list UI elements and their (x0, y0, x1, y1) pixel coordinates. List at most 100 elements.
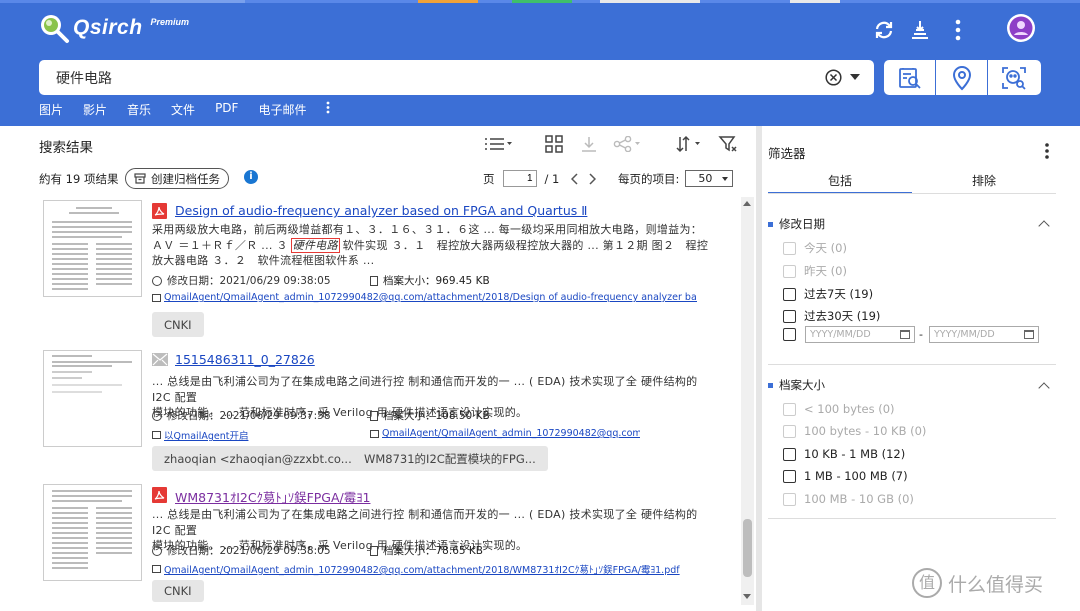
category-more-icon[interactable] (326, 101, 330, 118)
results-scrollbar[interactable] (741, 197, 754, 605)
option-label: 过去30天 (19) (804, 309, 881, 323)
search-input[interactable]: 硬件电路 (56, 68, 112, 88)
filter-option-size-100mb-10gb[interactable]: 100 MB - 10 GB (0) (783, 492, 914, 506)
file-size-text: 档案大小：108.50 KB (383, 410, 490, 422)
filter-option-custom-range[interactable] (783, 328, 796, 341)
checkbox[interactable] (783, 469, 796, 483)
category-tabs: 图片 影片 音乐 文件 PDF 电子邮件 (39, 101, 330, 118)
location-button[interactable] (936, 60, 988, 95)
category-music[interactable]: 音乐 (127, 101, 151, 118)
result-count: 約有 19 项结果 (39, 172, 119, 186)
share-icon[interactable] (613, 133, 643, 155)
checkbox[interactable] (783, 309, 796, 323)
filter-option-size-10kb-1mb[interactable]: 10 KB - 1 MB (12) (783, 447, 905, 461)
modified-date-text: 修改日期：2021/06/29 09:38:05 (167, 275, 331, 287)
filter-option-size-lt-100b[interactable]: < 100 bytes (0) (783, 402, 895, 416)
user-avatar-icon[interactable] (1006, 13, 1036, 43)
file-size: 档案大小：78.65 KB (370, 543, 483, 558)
file-icon (370, 275, 378, 286)
option-label: 今天 (0) (804, 241, 847, 255)
queue-icon[interactable] (906, 16, 934, 44)
result-title[interactable]: WM8731ｵI2Cｸ䓪ﾄ｣ｿ鋘FPGA/霉ﾖ1 (175, 487, 370, 506)
page-label: 页 (483, 171, 495, 186)
tag-chip[interactable]: CNKI (152, 580, 204, 602)
result-thumbnail[interactable] (43, 350, 142, 447)
more-vertical-icon[interactable] (944, 16, 972, 44)
filter-icon[interactable] (717, 133, 739, 155)
clear-icon[interactable] (825, 69, 842, 86)
app-logo[interactable]: Qsirch Premium (38, 12, 189, 44)
category-email[interactable]: 电子邮件 (258, 101, 306, 118)
checkbox[interactable] (783, 402, 796, 416)
category-images[interactable]: 图片 (39, 101, 63, 118)
list-view-icon[interactable] (484, 133, 512, 155)
calendar-icon[interactable] (1024, 330, 1034, 339)
calendar-icon[interactable] (900, 330, 910, 339)
sort-icon[interactable] (674, 133, 706, 155)
next-page-icon[interactable] (588, 172, 597, 185)
pagination: 页 / 1 (483, 170, 597, 187)
info-icon[interactable]: i (244, 170, 258, 184)
date-from-input[interactable]: YYYY/MM/DD (805, 326, 915, 343)
tag-chip[interactable]: CNKI (152, 312, 204, 337)
file-path-link[interactable]: QmailAgent/QmailAgent_admin_1072990482@q… (370, 428, 640, 439)
grid-view-icon[interactable] (543, 133, 565, 155)
checkbox[interactable] (783, 287, 796, 301)
file-path-link[interactable]: QmailAgent/QmailAgent_admin_1072990482@q… (152, 562, 697, 576)
date-to-input[interactable]: YYYY/MM/DD (929, 326, 1039, 343)
search-bar[interactable]: 硬件电路 (39, 60, 874, 95)
tab-include[interactable]: 包括 (768, 168, 912, 194)
filter-option-size-1mb-100mb[interactable]: 1 MB - 100 MB (7) (783, 469, 908, 483)
scroll-down-icon[interactable] (743, 594, 751, 599)
tag-chip[interactable]: zhaoqian <zhaoqian@zzxbt.co... (152, 446, 364, 471)
scroll-thumb[interactable] (743, 519, 752, 577)
result-title[interactable]: Design of audio-frequency analyzer based… (175, 203, 587, 218)
folder-icon (152, 293, 161, 302)
create-archive-label: 创建归档任务 (151, 171, 220, 186)
open-in-qmail-link[interactable]: 以QmailAgent开启 (152, 428, 372, 442)
dropdown-icon[interactable] (850, 74, 860, 80)
checkbox[interactable] (783, 424, 796, 438)
filter-option-yesterday[interactable]: 昨天 (0) (783, 263, 847, 279)
file-path-text: QmailAgent/QmailAgent_admin_1072990482@q… (164, 565, 680, 576)
results-title: 搜索结果 (39, 140, 93, 156)
per-page: 每页的项目: 50 (618, 170, 734, 187)
filter-option-last-7-days[interactable]: 过去7天 (19) (783, 286, 873, 302)
scroll-up-icon[interactable] (743, 201, 751, 206)
section-bullet (768, 221, 773, 227)
file-path-link[interactable]: QmailAgent/QmailAgent_admin_1072990482@q… (152, 292, 697, 303)
filter-option-last-30-days[interactable]: 过去30天 (19) (783, 308, 880, 324)
result-thumbnail[interactable] (43, 200, 142, 297)
checkbox[interactable] (783, 241, 796, 255)
per-page-select[interactable]: 50 (685, 170, 734, 187)
create-archive-button[interactable]: 创建归档任务 (125, 168, 229, 189)
download-icon[interactable] (579, 133, 599, 155)
result-thumbnail[interactable] (43, 484, 142, 581)
filter-option-size-100b-10kb[interactable]: 100 bytes - 10 KB (0) (783, 424, 926, 438)
date-section-header[interactable]: 修改日期 (768, 216, 825, 232)
category-videos[interactable]: 影片 (83, 101, 107, 118)
face-search-button[interactable] (988, 60, 1040, 95)
page-number-input[interactable] (502, 170, 537, 187)
checkbox[interactable] (783, 328, 796, 341)
checkbox[interactable] (783, 492, 796, 506)
tag-chip[interactable]: WM8731的I2C配置模块的FPG... (352, 446, 548, 471)
more-vertical-icon[interactable] (1044, 142, 1050, 160)
location-icon (952, 65, 971, 90)
folder-icon (370, 429, 379, 438)
checkbox[interactable] (783, 264, 796, 278)
category-documents[interactable]: 文件 (171, 101, 195, 118)
result-snippet: 采用两级放大电路，前后两级增益都有１、３．１６、３１．６这 ... 每一级均采用… (152, 222, 710, 269)
tab-exclude[interactable]: 排除 (912, 168, 1056, 194)
filter-option-today[interactable]: 今天 (0) (783, 240, 847, 256)
refresh-icon[interactable] (870, 16, 898, 44)
option-label: 过去7天 (19) (804, 287, 874, 301)
result-title[interactable]: 1515486311_0_27826 (175, 352, 315, 367)
prev-page-icon[interactable] (571, 172, 579, 185)
modified-date: 修改日期：2021/06/29 09:37:58 (152, 408, 331, 423)
checkbox[interactable] (783, 447, 796, 461)
size-section-header[interactable]: 档案大小 (768, 377, 825, 393)
image-search-button[interactable] (884, 60, 936, 95)
category-pdf[interactable]: PDF (215, 101, 238, 118)
clock-icon (152, 410, 162, 421)
